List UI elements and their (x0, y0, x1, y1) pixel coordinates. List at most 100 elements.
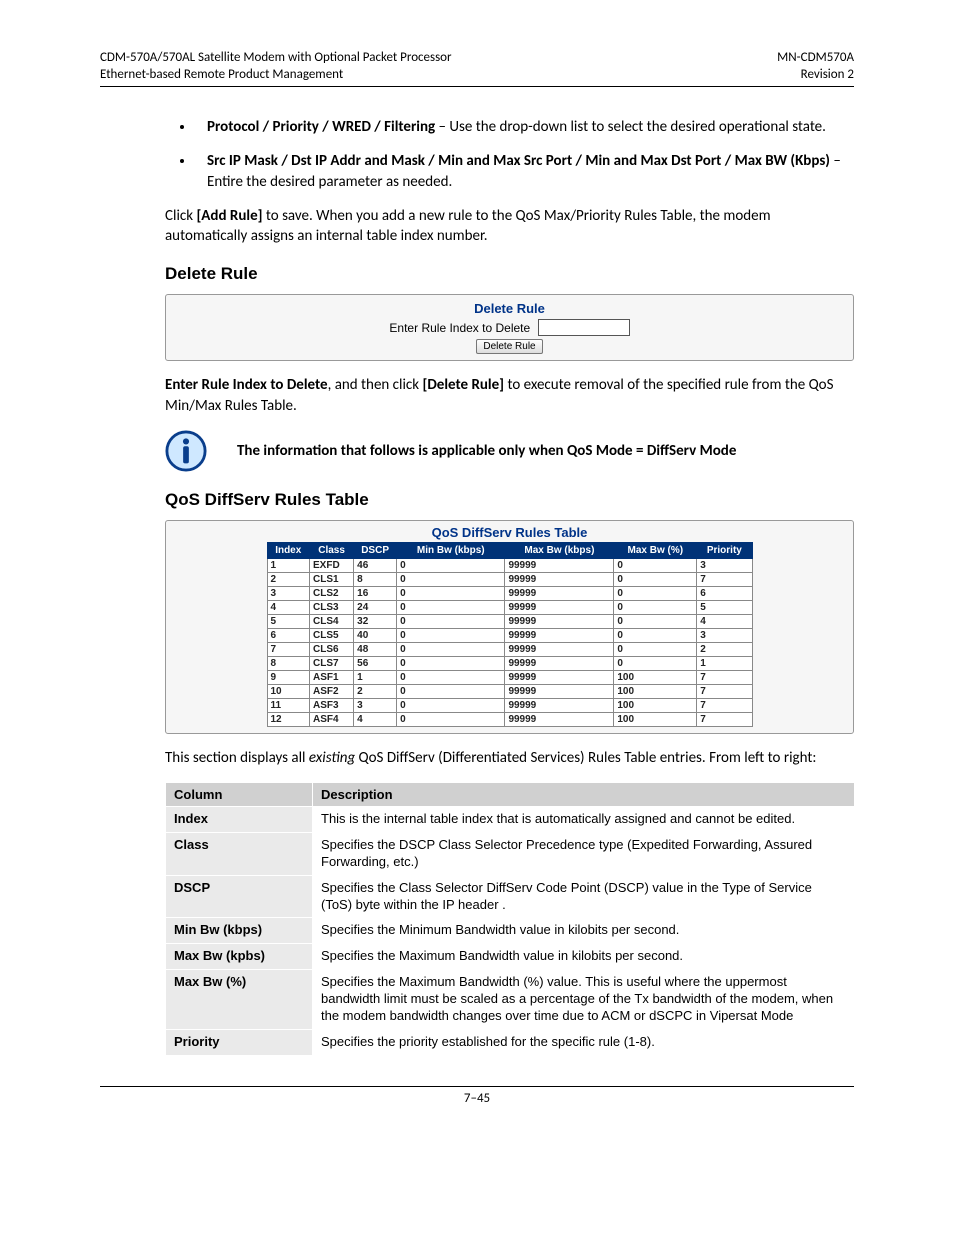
table-cell: 0 (397, 642, 505, 656)
table-cell: 99999 (505, 656, 614, 670)
qos-diffserv-heading: QoS DiffServ Rules Table (165, 490, 854, 510)
table-cell: EXFD (310, 558, 354, 572)
table-cell: 4 (267, 600, 310, 614)
table-cell: 24 (354, 600, 397, 614)
table-row: Max Bw (kpbs)Specifies the Maximum Bandw… (166, 944, 855, 970)
table-cell: 3 (697, 558, 752, 572)
info-callout: The information that follows is applicab… (165, 430, 854, 472)
text: Click (165, 207, 196, 225)
table-row: 7CLS64809999902 (267, 642, 752, 656)
text: QoS DiffServ (Differentiated Services) R… (355, 749, 816, 767)
table-cell: 0 (397, 628, 505, 642)
table-cell: 5 (267, 614, 310, 628)
diffserv-table: Index Class DSCP Min Bw (kbps) Max Bw (k… (267, 542, 753, 727)
table-cell: 3 (697, 628, 752, 642)
diffserv-table-title: QoS DiffServ Rules Table (168, 525, 851, 540)
table-cell: 4 (354, 712, 397, 726)
desc-col-name: DSCP (166, 875, 313, 918)
table-cell: CLS2 (310, 586, 354, 600)
desc-col-name: Max Bw (%) (166, 970, 313, 1030)
bullet-item: Protocol / Priority / WRED / Filtering –… (195, 117, 854, 137)
desc-intro-paragraph: This section displays all existing QoS D… (165, 748, 854, 768)
bullet-bold: Src IP Mask / Dst IP Addr and Mask / Min… (207, 152, 830, 170)
table-cell: 8 (354, 572, 397, 586)
table-row: DSCPSpecifies the Class Selector DiffSer… (166, 875, 855, 918)
bullet-item: Src IP Mask / Dst IP Addr and Mask / Min… (195, 151, 854, 192)
table-cell: 0 (614, 628, 697, 642)
table-cell: CLS4 (310, 614, 354, 628)
table-row: 3CLS21609999906 (267, 586, 752, 600)
table-cell: 0 (614, 656, 697, 670)
table-cell: 0 (397, 684, 505, 698)
text-bold: Enter Rule Index to Delete (165, 376, 328, 394)
col-index: Index (267, 542, 310, 558)
table-row: Max Bw (%)Specifies the Maximum Bandwidt… (166, 970, 855, 1030)
diffserv-table-box: QoS DiffServ Rules Table Index Class DSC… (165, 520, 854, 734)
table-cell: 1 (697, 656, 752, 670)
table-cell: 99999 (505, 670, 614, 684)
table-cell: 40 (354, 628, 397, 642)
table-header-row: Column Description (166, 783, 855, 807)
table-row: ClassSpecifies the DSCP Class Selector P… (166, 832, 855, 875)
table-cell: ASF4 (310, 712, 354, 726)
table-cell: 16 (354, 586, 397, 600)
bullet-text: – Use the drop-down list to select the d… (435, 118, 826, 136)
description-table: Column Description IndexThis is the inte… (165, 782, 855, 1056)
table-cell: 0 (397, 670, 505, 684)
table-cell: 7 (697, 698, 752, 712)
table-row: IndexThis is the internal table index th… (166, 807, 855, 833)
table-cell: 4 (697, 614, 752, 628)
table-cell: 0 (614, 572, 697, 586)
desc-col-value: Specifies the Minimum Bandwidth value in… (313, 918, 855, 944)
delete-rule-button[interactable]: Delete Rule (476, 339, 542, 354)
table-cell: 100 (614, 712, 697, 726)
col-maxbw: Max Bw (kbps) (505, 542, 614, 558)
delete-rule-paragraph: Enter Rule Index to Delete, and then cli… (165, 375, 854, 416)
table-cell: 7 (697, 712, 752, 726)
table-cell: 0 (397, 586, 505, 600)
table-row: 11ASF330999991007 (267, 698, 752, 712)
table-cell: 0 (614, 614, 697, 628)
table-cell: 0 (397, 656, 505, 670)
table-cell: 99999 (505, 586, 614, 600)
table-cell: 12 (267, 712, 310, 726)
delete-rule-label: Enter Rule Index to Delete (389, 321, 530, 335)
table-cell: 8 (267, 656, 310, 670)
desc-col-name: Priority (166, 1029, 313, 1055)
table-cell: 100 (614, 684, 697, 698)
table-cell: 0 (614, 558, 697, 572)
bullet-list: Protocol / Priority / WRED / Filtering –… (100, 117, 854, 192)
table-cell: 2 (267, 572, 310, 586)
table-cell: 99999 (505, 600, 614, 614)
desc-col-name: Index (166, 807, 313, 833)
table-cell: 0 (397, 614, 505, 628)
desc-col-value: Specifies the priority established for t… (313, 1029, 855, 1055)
desc-col-value: Specifies the Maximum Bandwidth value in… (313, 944, 855, 970)
table-cell: 7 (697, 684, 752, 698)
bullet-bold: Protocol / Priority / WRED / Filtering (207, 118, 435, 136)
table-cell: 0 (397, 558, 505, 572)
table-cell: CLS1 (310, 572, 354, 586)
table-cell: 99999 (505, 572, 614, 586)
table-cell: CLS3 (310, 600, 354, 614)
col-dscp: DSCP (354, 542, 397, 558)
table-cell: 0 (397, 698, 505, 712)
table-cell: CLS7 (310, 656, 354, 670)
table-cell: 99999 (505, 628, 614, 642)
desc-col-value: Specifies the Maximum Bandwidth (%) valu… (313, 970, 855, 1030)
table-cell: 0 (614, 600, 697, 614)
table-cell: 7 (267, 642, 310, 656)
text: This section displays all (165, 749, 309, 767)
table-cell: 3 (267, 586, 310, 600)
table-cell: 0 (397, 572, 505, 586)
table-row: 4CLS32409999905 (267, 600, 752, 614)
header-right-2: Revision 2 (801, 67, 854, 82)
desc-col-description: Description (313, 783, 855, 807)
desc-col-value: Specifies the DSCP Class Selector Preced… (313, 832, 855, 875)
rule-index-input[interactable] (538, 319, 630, 336)
table-cell: 6 (697, 586, 752, 600)
table-cell: 32 (354, 614, 397, 628)
table-row: 5CLS43209999904 (267, 614, 752, 628)
table-cell: 0 (614, 586, 697, 600)
table-cell: 1 (267, 558, 310, 572)
